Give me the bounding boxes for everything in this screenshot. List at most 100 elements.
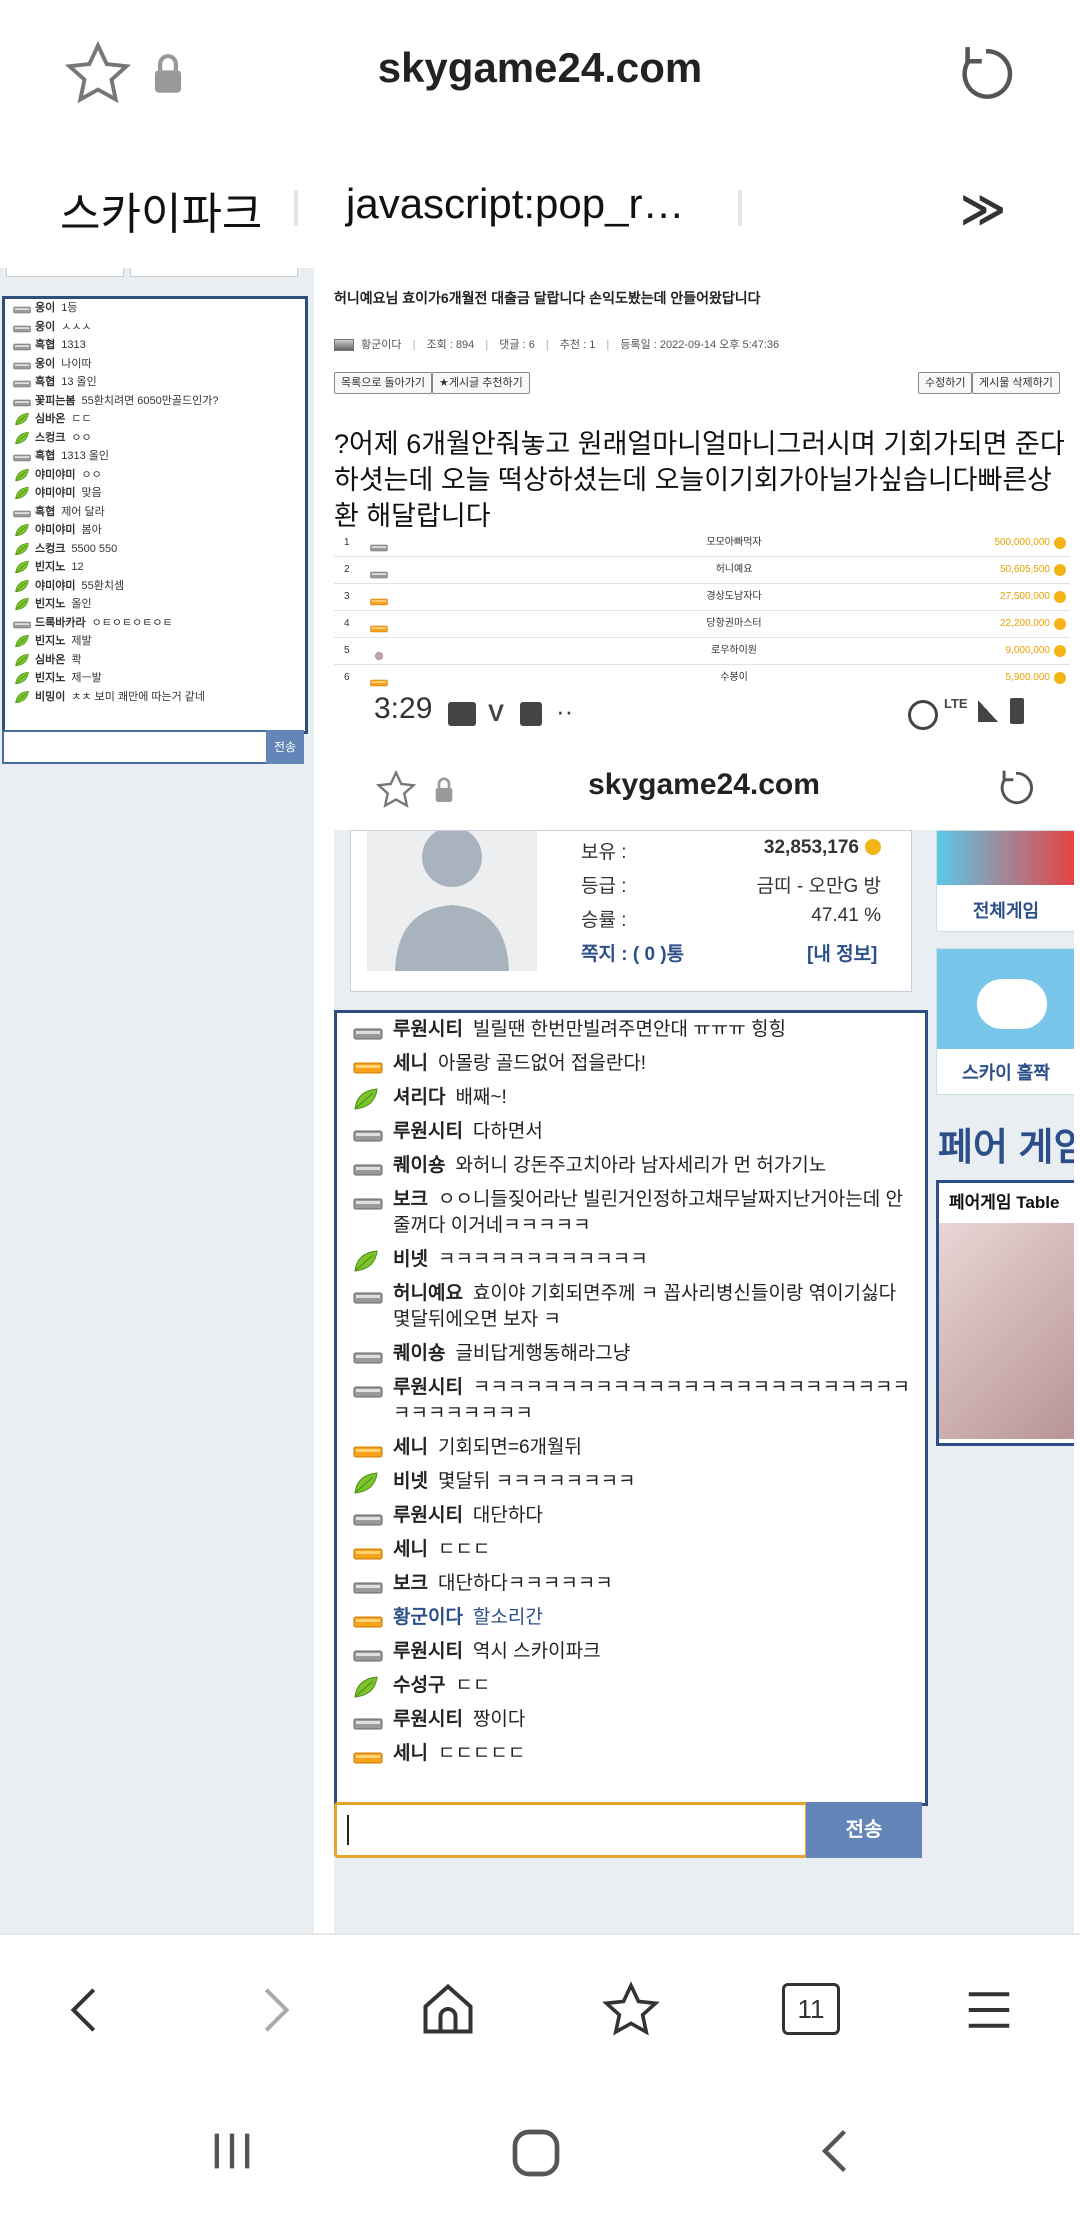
chat-user[interactable]: 루원시티 (393, 1019, 463, 1040)
bookmark-skypark[interactable]: 스카이파크 (60, 178, 262, 242)
left-chat-user[interactable]: 야미야미 (35, 580, 75, 592)
chat-user[interactable]: 퀘이숑 (393, 1155, 445, 1176)
messages-link[interactable]: 쪽지 : ( 0 )통 (581, 939, 684, 966)
reload-icon[interactable] (952, 40, 1020, 108)
chat-message: 아몰랑 골드없어 접을란다! (437, 1053, 647, 1074)
chat-input[interactable] (334, 1802, 808, 1858)
rank-name[interactable]: 당항권마스터 (634, 611, 834, 637)
sky-holjjak-card[interactable]: 스카이 홀짝 (936, 948, 1074, 1095)
recommend-post-button[interactable]: ★게시글 추천하기 (432, 372, 530, 394)
left-chat-user[interactable]: 웅이 (35, 358, 55, 370)
rank-name[interactable]: 모모아빠먹자 (634, 530, 834, 556)
rank-name[interactable]: 로우하이원 (634, 638, 834, 664)
left-chat-user[interactable]: 흑협 (35, 339, 55, 351)
left-chat-user[interactable]: 빈지노 (35, 561, 65, 573)
left-chat-line: 비밍이 ㅊㅊ 보미 쾌만에 따는거 같네 (5, 688, 305, 707)
more-notifications-icon: ·· (556, 696, 574, 726)
chat-user[interactable]: 세니 (393, 1053, 428, 1074)
chat-user[interactable]: 황군이다 (393, 1607, 463, 1628)
leaf-icon (13, 542, 31, 555)
more-bookmarks-icon[interactable]: ≫ (960, 184, 1006, 235)
rank-name[interactable]: 경상도남자다 (634, 584, 834, 610)
pair-game-photo (939, 1223, 1074, 1439)
chat-user[interactable]: 루원시티 (393, 1641, 463, 1662)
left-chat-user[interactable]: 웅이 (35, 321, 55, 333)
delete-post-button[interactable]: 게시물 삭제하기 (972, 372, 1060, 394)
my-info-link[interactable]: [내 정보] (807, 939, 877, 966)
chat-user[interactable]: 보크 (393, 1573, 428, 1594)
chat-send-button[interactable]: 전송 (806, 1802, 922, 1858)
left-chat-user[interactable]: 흑협 (35, 450, 55, 462)
bookmark-javascript[interactable]: javascript:pop_r… (346, 180, 684, 228)
chat-user[interactable]: 퀘이숑 (393, 1343, 445, 1364)
chat-user[interactable]: 셔리다 (393, 1087, 445, 1108)
chat-line: 세니 ㄷㄷㄷㄷㄷ (337, 1737, 925, 1771)
chat-user[interactable]: 세니 (393, 1539, 428, 1560)
left-chat-message: ㅇㅌㅇㅌㅇㅌㅇㅌ (91, 616, 173, 629)
left-column: 웅이 1등 웅이 ㅅㅅㅅ 흑협 1313 웅이 나이따 흑협 13 올인 꽃피는봄 55환치려면 60… (0, 268, 312, 1933)
rank-name[interactable]: 허니예요 (634, 557, 834, 583)
chat-message: 할소리간 (472, 1607, 543, 1628)
left-chat-user[interactable]: 심바온 (35, 654, 65, 666)
left-chat-user[interactable]: 스컹크 (35, 432, 65, 444)
url-text[interactable]: skygame24.com (0, 44, 1080, 92)
all-games-card[interactable]: 전체게임 (936, 830, 1074, 932)
chat-user[interactable]: 루원시티 (393, 1709, 463, 1730)
nested-address-bar: skygame24.com (334, 750, 1074, 830)
menu-icon[interactable] (962, 1983, 1016, 2037)
chat-user[interactable]: 수성구 (393, 1675, 445, 1696)
left-chat-input[interactable] (2, 730, 268, 764)
forward-icon[interactable] (246, 1983, 300, 2037)
chat-user[interactable]: 비넷 (393, 1471, 428, 1492)
left-chat-user[interactable]: 흑협 (35, 506, 55, 518)
chat-user[interactable]: 비넷 (393, 1249, 428, 1270)
chat-user[interactable]: 루원시티 (393, 1121, 463, 1142)
system-home-icon[interactable] (508, 2125, 564, 2181)
left-chat-user[interactable]: 빈지노 (35, 598, 65, 610)
left-chat-user[interactable]: 스컹크 (35, 543, 65, 555)
back-icon[interactable] (60, 1983, 114, 2037)
chat-user[interactable]: 세니 (393, 1743, 428, 1764)
left-chat-message: 맞음 (81, 487, 102, 499)
bookmarks-icon[interactable] (600, 1979, 662, 2041)
profile-balance-row: 보유 : 32,853,176 (581, 837, 881, 864)
left-chat-user[interactable]: 야미야미 (35, 524, 75, 536)
recent-apps-icon[interactable] (206, 2125, 258, 2177)
chat-user[interactable]: 허니예요 (393, 1283, 463, 1304)
chat-user[interactable]: 루원시티 (393, 1377, 463, 1398)
left-chat-user[interactable]: 빈지노 (35, 635, 65, 647)
system-back-icon[interactable] (812, 2125, 864, 2177)
chat-line: 루원시티 빌릴땐 한번만빌려주면안대 ㅠㅠㅠ 힝힝 (337, 1013, 925, 1047)
left-chat-user[interactable]: 빈지노 (35, 672, 65, 684)
chat-message: 효이야 기회되면주께 ㅋ 꼽사리병신들이랑 엮이기싫다 몇달뒤에오면 보자 ㅋ (393, 1283, 897, 1330)
home-icon[interactable] (418, 1979, 478, 2039)
left-chat-user[interactable]: 야미야미 (35, 487, 75, 499)
sky-holjjak-label: 스카이 홀짝 (962, 1063, 1050, 1083)
left-chat-user[interactable]: 꽃피는봄 (35, 395, 75, 407)
tabs-icon[interactable]: 11 (782, 1983, 840, 2035)
left-chat-user[interactable]: 웅이 (35, 302, 55, 314)
rank-row: 2 허니예요 50,605,500 (334, 557, 1070, 584)
chat-user[interactable]: 보크 (393, 1189, 428, 1210)
left-chat-user[interactable]: 비밍이 (35, 691, 65, 703)
nested-reload-icon[interactable] (994, 766, 1038, 810)
pair-game-table-card[interactable]: 페어게임 Table (936, 1180, 1074, 1446)
back-to-list-button[interactable]: 목록으로 돌아가기 (334, 372, 433, 394)
chat-user[interactable]: 세니 (393, 1437, 428, 1458)
left-chat-user[interactable]: 심바온 (35, 413, 65, 425)
left-chat-line: 야미야미 ㅇㅇ (5, 466, 305, 485)
chat-line: 허니예요 효이야 기회되면주께 ㅋ 꼽사리병신들이랑 엮이기싫다 몇달뒤에오면 보… (337, 1277, 925, 1337)
chat-user[interactable]: 루원시티 (393, 1505, 463, 1526)
left-chat-user[interactable]: 드록바카라 (35, 617, 86, 629)
leaf-icon (13, 468, 31, 481)
left-chat-user[interactable]: 야미야미 (35, 469, 75, 481)
coin-icon (1054, 537, 1066, 549)
left-chat-user[interactable]: 흑협 (35, 376, 55, 388)
leaf-icon (353, 1249, 379, 1273)
grade-label: 등급 : (581, 876, 627, 897)
left-chat-send-button[interactable]: 전송 (266, 730, 304, 764)
nested-url-text[interactable]: skygame24.com (334, 768, 1074, 802)
edit-post-button[interactable]: 수정하기 (918, 372, 973, 394)
left-tab-stub (130, 268, 298, 277)
post-author[interactable]: 황군이다 (361, 339, 401, 351)
